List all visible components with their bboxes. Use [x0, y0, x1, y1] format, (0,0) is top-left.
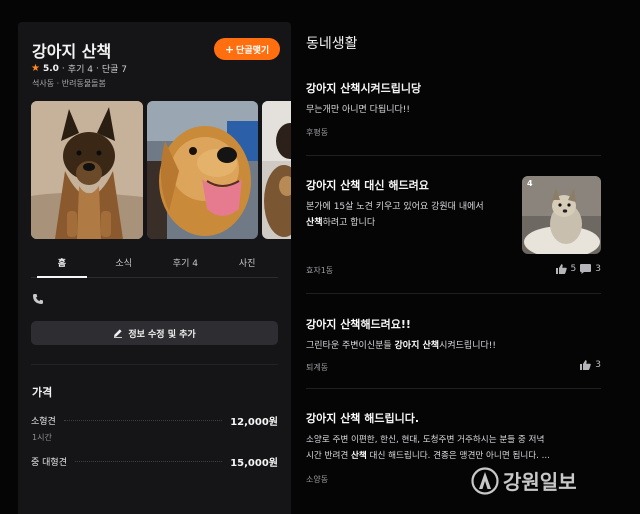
meta-separator: · — [54, 79, 62, 88]
star-icon: ★ — [31, 63, 40, 74]
post-title-rest: 시켜드립니당 — [360, 82, 422, 95]
business-panel: 강아지 산책 + 단골맺기 ★ 5.0 · 후기 4 · 단골 7 석사동 · … — [18, 22, 291, 514]
photo-partial[interactable] — [262, 101, 291, 239]
post-body-rest: 시켜드립니다!! — [439, 341, 496, 351]
tab-bar: 홈 소식 후기 4 사진 — [31, 254, 278, 278]
price-row: 중 대형견 15,000원 — [31, 454, 278, 469]
watermark-logo-icon — [471, 466, 499, 495]
rating-score: 5.0 — [42, 63, 59, 74]
price-heading: 가격 — [32, 386, 53, 399]
post-title-highlight: 강아지 산책 — [306, 412, 361, 425]
pencil-icon — [114, 329, 123, 338]
tab-home[interactable]: 홈 — [31, 254, 93, 278]
post-body-line: 본가에 15살 노견 키우고 있어요 강원대 내에서 — [306, 202, 484, 212]
watermark-text: 강원일보 — [503, 470, 577, 494]
post-stats: 3 — [580, 360, 601, 370]
edit-info-label: 정보 수정 및 추가 — [128, 329, 196, 340]
post-location: 효자1동 — [306, 266, 334, 275]
price-dots — [63, 419, 223, 421]
post-body-line: 시간 반려견 산책 대신 해드립니다. 견종은 맹견만 아니면 됩니다. ... — [306, 448, 601, 464]
follow-button[interactable]: + 단골맺기 — [214, 38, 280, 60]
rating-row: ★ 5.0 · 후기 4 · 단골 7 — [31, 62, 127, 75]
business-category: 반려동물돌봄 — [61, 79, 106, 88]
post-divider — [306, 293, 601, 294]
price-item-amount: 15,000원 — [230, 457, 278, 469]
price-item-sub: 1시간 — [32, 433, 52, 442]
post-title-highlight: 강아지 산책 — [306, 318, 361, 331]
post-body: 본가에 15살 노견 키우고 있어요 강원대 내에서 산책하려고 합니다 — [306, 199, 516, 231]
post-title-highlight: 강아지 산책 — [306, 179, 361, 192]
post-body-pre: 그린타운 주변이신분들 — [306, 341, 395, 351]
follow-button-label: 단골맺기 — [236, 45, 270, 56]
post-title-highlight: 강아지 산책 — [306, 82, 361, 95]
like-count: 3 — [595, 360, 601, 370]
edit-info-button[interactable]: 정보 수정 및 추가 — [31, 321, 278, 345]
business-location: 석사동 — [32, 79, 55, 88]
review-count[interactable]: 후기 4 — [68, 62, 93, 75]
post-thumbnail-image — [522, 176, 601, 254]
photo-german-shepherd[interactable] — [31, 101, 143, 239]
tab-photos[interactable]: 사진 — [216, 254, 278, 277]
post-title: 강아지 산책해드려요!! — [306, 316, 601, 332]
regulars-count: 단골 7 — [101, 65, 127, 75]
post-body: 무는개만 아니면 다됩니다!! — [306, 105, 411, 115]
price-item-name: 중 대형견 — [31, 457, 67, 468]
post-body-bold: 산책 — [306, 218, 323, 228]
post-title-rest: 해드려요!! — [360, 318, 411, 331]
post-location: 퇴계동 — [306, 363, 329, 372]
post-body-pre: 시간 반려견 — [306, 451, 351, 461]
post-title-rest: 해드립니다. — [360, 412, 420, 425]
post-body: 그린타운 주변이신분들 강아지 산책시켜드립니다!! — [306, 338, 601, 354]
post-body-bold: 산책 — [351, 451, 367, 461]
photo-carousel[interactable] — [31, 101, 291, 239]
post-body-rest: 대신 해드립니다. 견종은 맹견만 아니면 됩니다. ... — [366, 451, 550, 461]
post-location: 후평동 — [306, 128, 329, 137]
comment-count: 3 — [595, 264, 601, 274]
business-meta: 석사동 · 반려동물돌봄 — [32, 78, 106, 89]
post-body-line: 산책하려고 합니다 — [306, 215, 516, 231]
post-title: 강아지 산책 해드립니다. — [306, 410, 601, 426]
tab-reviews[interactable]: 후기 4 — [155, 254, 217, 277]
price-item-amount: 12,000원 — [230, 416, 278, 428]
photo-golden-retriever[interactable] — [147, 101, 258, 239]
thumbs-up-icon — [580, 360, 591, 370]
photo-count-badge: 4 — [527, 179, 533, 188]
plus-icon: + — [224, 42, 235, 56]
like-count: 5 — [570, 264, 577, 274]
post-divider — [306, 388, 601, 389]
post-thumbnail[interactable]: 4 — [522, 176, 601, 254]
post-stats: 5 3 — [555, 264, 601, 274]
community-title: 동네생활 — [306, 36, 358, 52]
section-divider — [31, 364, 278, 365]
post-body-rest: 하려고 합니다 — [322, 218, 376, 228]
post-body: 소양로 주변 이편한, 한신, 현대, 도청주변 거주하시는 분들 중 저녁 시… — [306, 432, 601, 464]
watermark: 강원일보 — [471, 466, 577, 495]
post-divider — [306, 155, 601, 156]
community-post[interactable]: 강아지 산책해드려요!! 그린타운 주변이신분들 강아지 산책시켜드립니다!! … — [306, 316, 601, 380]
post-title-rest: 대신 해드려요 — [360, 179, 429, 192]
post-body-line: 소양로 주변 이편한, 한신, 현대, 도청주변 거주하시는 분들 중 저녁 — [306, 435, 545, 445]
community-post[interactable]: 강아지 산책시켜드립니당 무는개만 아니면 다됩니다!! 후평동 — [306, 80, 601, 146]
tab-news[interactable]: 소식 — [93, 254, 155, 277]
comment-icon — [580, 264, 592, 274]
rating-separator-2: · — [95, 63, 99, 74]
price-row: 소형견 12,000원 — [31, 413, 278, 428]
thumbs-up-icon — [555, 264, 567, 274]
rating-separator: · — [61, 63, 65, 74]
post-body-bold: 강아지 산책 — [394, 341, 440, 351]
price-dots — [74, 460, 223, 462]
price-item-name: 소형견 — [31, 416, 56, 427]
post-location: 소양동 — [306, 475, 329, 484]
business-title: 강아지 산책 — [32, 42, 112, 61]
phone-icon[interactable] — [32, 293, 44, 305]
post-title: 강아지 산책시켜드립니당 — [306, 80, 601, 96]
